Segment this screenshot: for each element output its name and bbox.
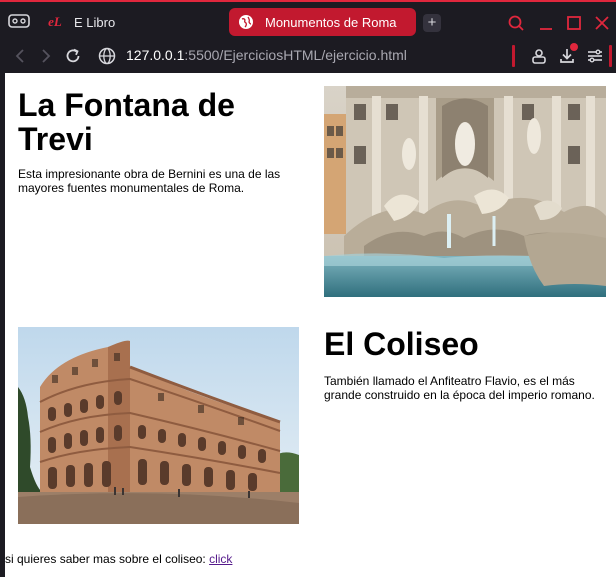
click-link[interactable]: click — [209, 552, 232, 566]
easy-setup-sliders-icon[interactable] — [585, 46, 605, 66]
trevi-description: Esta impresionante obra de Bernini es un… — [18, 167, 281, 195]
address-bar[interactable]: 127.0.0.1:5500/EjerciciosHTML/ejercicio.… — [126, 47, 407, 63]
globe-favicon-icon — [237, 13, 255, 31]
navigation-bar: 127.0.0.1:5500/EjerciciosHTML/ejercicio.… — [0, 40, 616, 73]
toolbar-divider — [512, 45, 515, 67]
trevi-fountain-image — [324, 86, 606, 297]
maximize-icon[interactable] — [565, 14, 583, 32]
new-tab-button[interactable]: + — [423, 14, 441, 32]
url-path: :5500/EjerciciosHTML/ejercicio.html — [184, 47, 407, 63]
toolbar-edge-accent — [609, 45, 612, 67]
browser-chrome: eL E Libro Monumentos de Roma + 127.0.0.… — [0, 0, 616, 73]
back-arrow-icon[interactable] — [10, 46, 30, 66]
tab-elibro[interactable]: eL E Libro — [38, 8, 224, 36]
coliseo-heading: El Coliseo — [324, 326, 479, 362]
tab-label: Monumentos de Roma — [265, 14, 397, 30]
profile-lock-icon[interactable] — [529, 46, 549, 66]
footer-line: si quieres saber mas sobre el coliseo: c… — [5, 552, 232, 566]
footer-text: si quieres saber mas sobre el coliseo: — [5, 552, 210, 566]
minimize-icon[interactable] — [537, 14, 555, 32]
trevi-heading: La Fontana de Trevi — [18, 87, 235, 157]
elibro-favicon-icon: eL — [48, 14, 62, 29]
reload-icon[interactable] — [63, 46, 83, 66]
coliseo-description: También llamado el Anfiteatro Flavio, es… — [324, 374, 595, 402]
tab-label: E Libro — [74, 14, 116, 30]
forward-arrow-icon[interactable] — [36, 46, 56, 66]
site-info-globe-icon[interactable] — [97, 46, 117, 66]
url-host: 127.0.0.1 — [126, 47, 185, 63]
gx-control-icon[interactable] — [8, 12, 30, 30]
colosseum-image — [18, 327, 299, 524]
close-icon[interactable] — [593, 14, 611, 32]
search-icon[interactable] — [507, 14, 525, 32]
page-viewport: La Fontana de Trevi Esta impresionante o… — [5, 73, 616, 577]
tab-monumentos-de-roma[interactable]: Monumentos de Roma — [229, 8, 416, 36]
download-notification-badge — [570, 43, 578, 51]
tab-strip: eL E Libro Monumentos de Roma + — [0, 2, 616, 40]
